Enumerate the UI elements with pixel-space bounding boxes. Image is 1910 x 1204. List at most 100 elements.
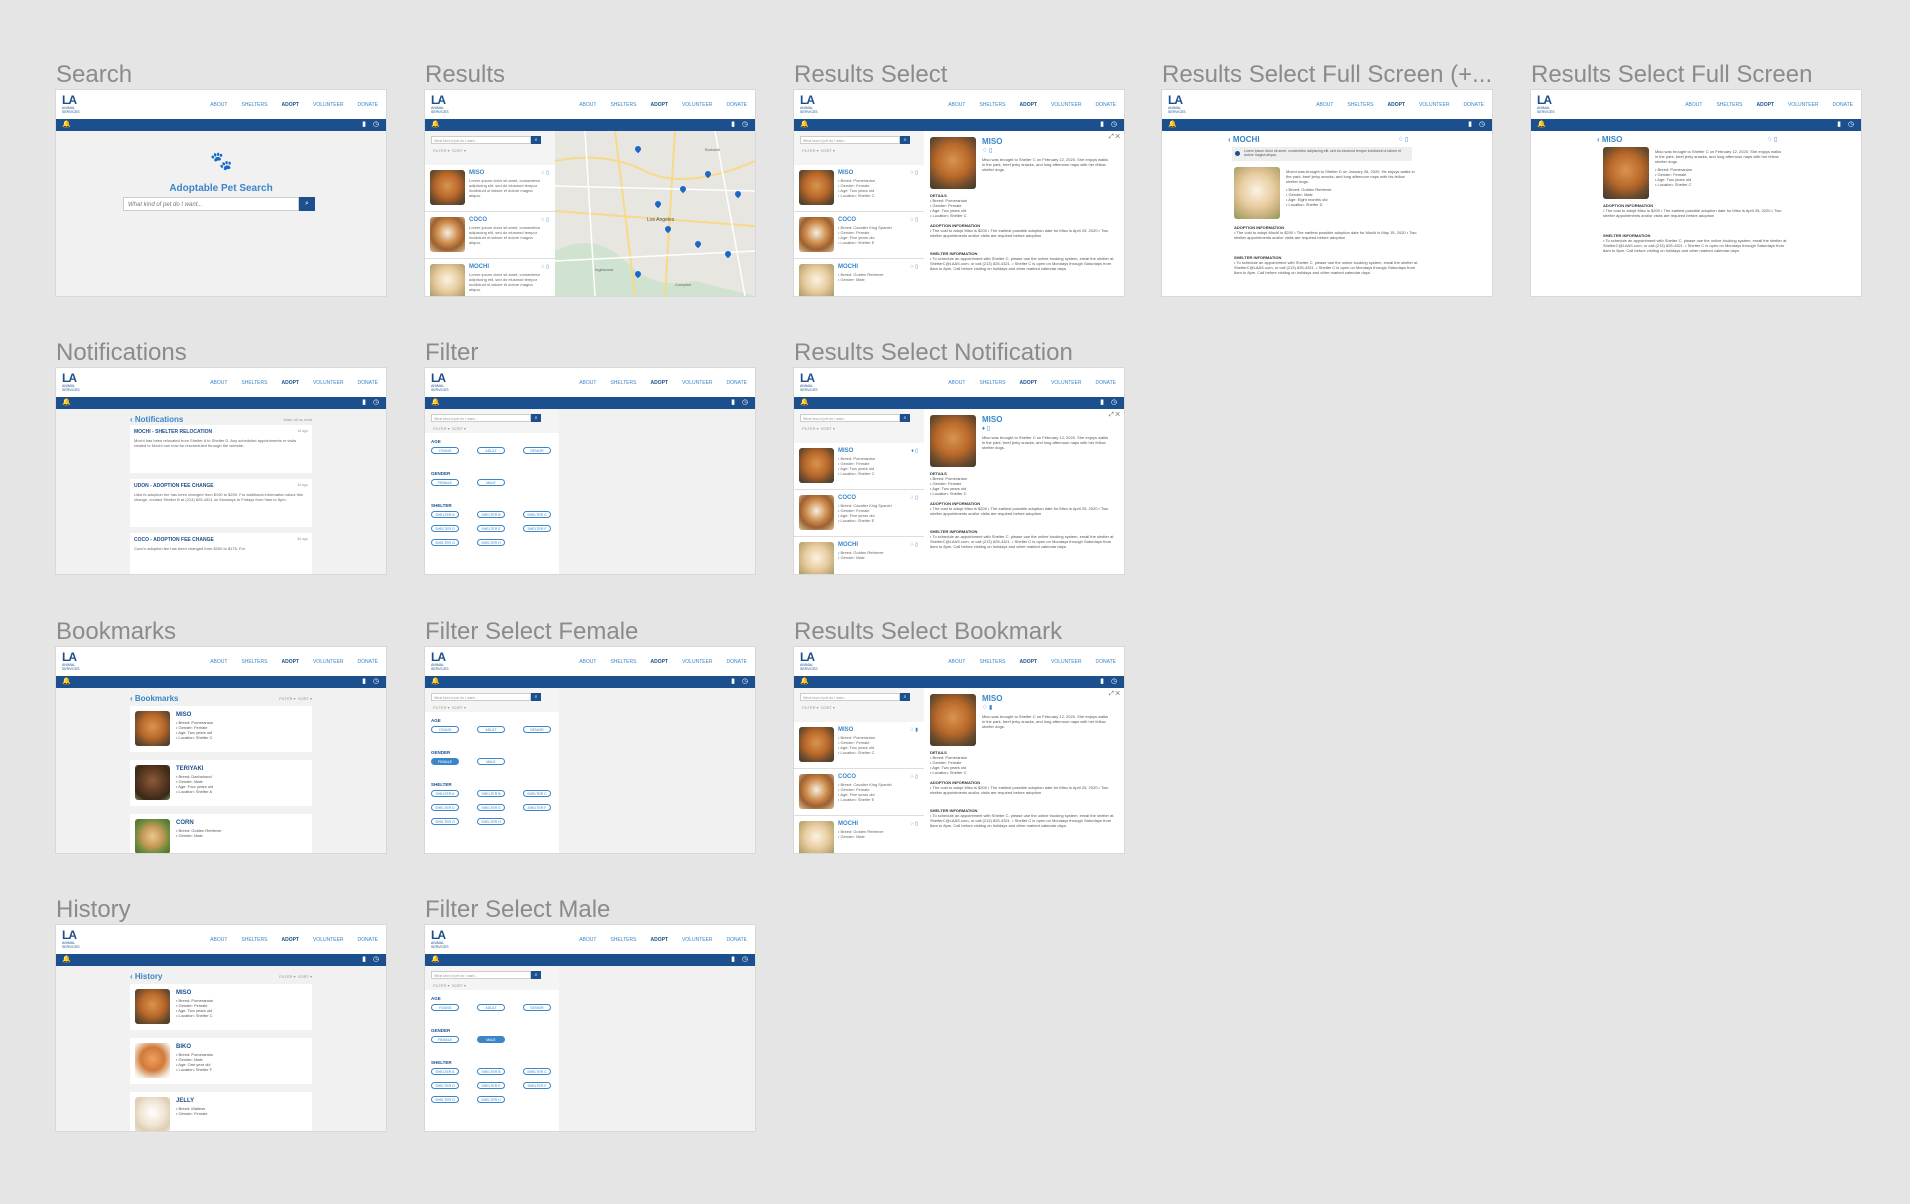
chip-shelter-h[interactable]: SHELTER H [477, 539, 505, 546]
nav-shelters[interactable]: SHELTERS [1347, 102, 1373, 108]
search-button[interactable]: ⌕ [531, 971, 541, 979]
nav-shelters[interactable]: SHELTERS [241, 937, 267, 943]
close-icon[interactable]: ⤢ ✕ [1109, 134, 1120, 141]
la-logo[interactable]: LA ANIMAL SERVICES [431, 372, 453, 394]
chip-male[interactable]: MALE [477, 479, 505, 486]
nav-adopt[interactable]: ADOPT [281, 659, 299, 665]
nav-volunteer[interactable]: VOLUNTEER [682, 937, 713, 943]
nav-adopt[interactable]: ADOPT [281, 380, 299, 386]
chip-young[interactable]: YOUNG [431, 726, 459, 733]
list-item[interactable]: MISO Lorem ipsum dolor sit amet, consect… [425, 165, 555, 212]
la-logo[interactable]: LA ANIMAL SERVICES [62, 651, 84, 673]
list-item[interactable]: JELLY • Breed: Maltese • Gender: Female [130, 1092, 312, 1131]
notification-item[interactable]: UDON - ADOPTION FEE CHANGE 3d ago Udon's a… [130, 479, 312, 527]
nav-about[interactable]: ABOUT [948, 659, 965, 665]
nav-about[interactable]: ABOUT [210, 659, 227, 665]
back-title[interactable]: ‹ History [130, 972, 162, 981]
nav-shelters[interactable]: SHELTERS [979, 102, 1005, 108]
list-item[interactable]: MISO • Breed: Pomeranian • Gender: Female… [794, 443, 924, 490]
chip-shelter-e[interactable]: SHELTER E [477, 1082, 505, 1089]
notify-bookmark-icons[interactable]: ♢ ▯ [909, 821, 918, 827]
history-icon[interactable]: ◷ [741, 956, 749, 964]
history-icon[interactable]: ◷ [741, 678, 749, 686]
search-button[interactable]: ⌕ [531, 693, 541, 701]
search-button[interactable]: ⌕ [900, 414, 910, 422]
list-item[interactable]: BIKO • Breed: Pomeranian • Gender: Male • … [130, 1038, 312, 1084]
bell-icon[interactable]: 🔔 [800, 399, 809, 407]
nav-shelters[interactable]: SHELTERS [610, 380, 636, 386]
bell-icon[interactable]: 🔔 [431, 956, 440, 964]
search-button[interactable]: ⌕ [531, 136, 541, 144]
chip-shelter-h[interactable]: SHELTER H [477, 1096, 505, 1103]
bell-icon[interactable]: 🔔 [1537, 121, 1546, 129]
nav-volunteer[interactable]: VOLUNTEER [682, 102, 713, 108]
nav-about[interactable]: ABOUT [579, 659, 596, 665]
search-input[interactable]: What kind of pet do I want... [800, 693, 900, 701]
nav-adopt[interactable]: ADOPT [281, 102, 299, 108]
la-logo[interactable]: LA ANIMAL SERVICES [800, 372, 822, 394]
search-button[interactable]: ⌕ [900, 136, 910, 144]
bookmark-icon[interactable]: ▮ [729, 678, 737, 686]
bell-icon[interactable]: 🔔 [1168, 121, 1177, 129]
nav-donate[interactable]: DONATE [727, 937, 747, 943]
nav-adopt[interactable]: ADOPT [650, 102, 668, 108]
la-logo[interactable]: LA ANIMAL SERVICES [431, 94, 453, 116]
la-logo[interactable]: LA ANIMAL SERVICES [1537, 94, 1559, 116]
nav-adopt[interactable]: ADOPT [650, 937, 668, 943]
list-item[interactable]: MISO • Breed: Pomeranian • Gender: Female… [130, 984, 312, 1030]
nav-donate[interactable]: DONATE [358, 659, 378, 665]
chip-adult[interactable]: ADULT [477, 726, 505, 733]
history-icon[interactable]: ◷ [372, 678, 380, 686]
search-input[interactable]: What kind of pet do I want... [800, 136, 900, 144]
bookmark-icon[interactable]: ▮ [1466, 121, 1474, 129]
bookmark-icon[interactable]: ▮ [1098, 399, 1106, 407]
chip-shelter-d[interactable]: SHELTER D [431, 804, 459, 811]
list-item[interactable]: MOCHI • Breed: Golden Retriever • Gender:… [794, 816, 924, 853]
filter-sort[interactable]: FILTER ▾ SORT ▾ [802, 426, 835, 431]
chip-shelter-e[interactable]: SHELTER E [477, 525, 505, 532]
la-logo[interactable]: LA ANIMAL SERVICES [62, 929, 84, 951]
notify-bookmark-icons[interactable]: ♦ ▯ [982, 425, 990, 432]
history-icon[interactable]: ◷ [1478, 121, 1486, 129]
nav-shelters[interactable]: SHELTERS [610, 102, 636, 108]
history-icon[interactable]: ◷ [1110, 121, 1118, 129]
bell-icon[interactable]: 🔔 [62, 399, 71, 407]
filter-sort[interactable]: FILTER ▾ SORT ▾ [279, 696, 312, 701]
chip-shelter-b[interactable]: SHELTER B [477, 790, 505, 797]
nav-shelters[interactable]: SHELTERS [241, 659, 267, 665]
bell-icon[interactable]: 🔔 [431, 399, 440, 407]
search-input[interactable]: What kind of pet do I want... [431, 971, 531, 979]
nav-volunteer[interactable]: VOLUNTEER [1788, 102, 1819, 108]
chip-young[interactable]: YOUNG [431, 447, 459, 454]
la-logo[interactable]: LA ANIMAL SERVICES [800, 94, 822, 116]
notification-item[interactable]: COCO - ADOPTION FEE CHANGE 5d ago Coco's a… [130, 533, 312, 574]
nav-volunteer[interactable]: VOLUNTEER [313, 380, 344, 386]
close-icon[interactable]: ⤢ ✕ [1109, 691, 1120, 698]
la-logo[interactable]: LA ANIMAL SERVICES [431, 929, 453, 951]
chip-shelter-h[interactable]: SHELTER H [477, 818, 505, 825]
chip-senior[interactable]: SENIOR [523, 1004, 551, 1011]
history-icon[interactable]: ◷ [1847, 121, 1855, 129]
history-icon[interactable]: ◷ [372, 121, 380, 129]
list-item[interactable]: MISO • Breed: Pomeranian • Gender: Female… [794, 722, 924, 769]
nav-shelters[interactable]: SHELTERS [1716, 102, 1742, 108]
nav-volunteer[interactable]: VOLUNTEER [1051, 659, 1082, 665]
search-input[interactable]: What kind of pet do I want... [431, 693, 531, 701]
bookmark-icon[interactable]: ▮ [1098, 121, 1106, 129]
nav-donate[interactable]: DONATE [727, 659, 747, 665]
notify-bookmark-icons[interactable]: ♢ ▯ [540, 264, 549, 270]
bell-icon[interactable]: 🔔 [800, 121, 809, 129]
nav-volunteer[interactable]: VOLUNTEER [1051, 380, 1082, 386]
nav-about[interactable]: ABOUT [948, 380, 965, 386]
list-item[interactable]: MOCHI • Breed: Golden Retriever • Gender:… [794, 537, 924, 574]
chip-female[interactable]: FEMALE [431, 758, 459, 765]
nav-adopt[interactable]: ADOPT [1387, 102, 1405, 108]
list-item[interactable]: MISO • Breed: Pomeranian • Gender: Female… [130, 706, 312, 752]
nav-volunteer[interactable]: VOLUNTEER [682, 659, 713, 665]
filter-sort[interactable]: FILTER ▾ SORT ▾ [802, 705, 835, 710]
bookmark-icon[interactable]: ▮ [360, 678, 368, 686]
chip-shelter-g[interactable]: SHELTER G [431, 818, 459, 825]
notify-bookmark-icons[interactable]: ♦ ▯ [911, 448, 918, 454]
nav-donate[interactable]: DONATE [1096, 659, 1116, 665]
nav-adopt[interactable]: ADOPT [1019, 659, 1037, 665]
